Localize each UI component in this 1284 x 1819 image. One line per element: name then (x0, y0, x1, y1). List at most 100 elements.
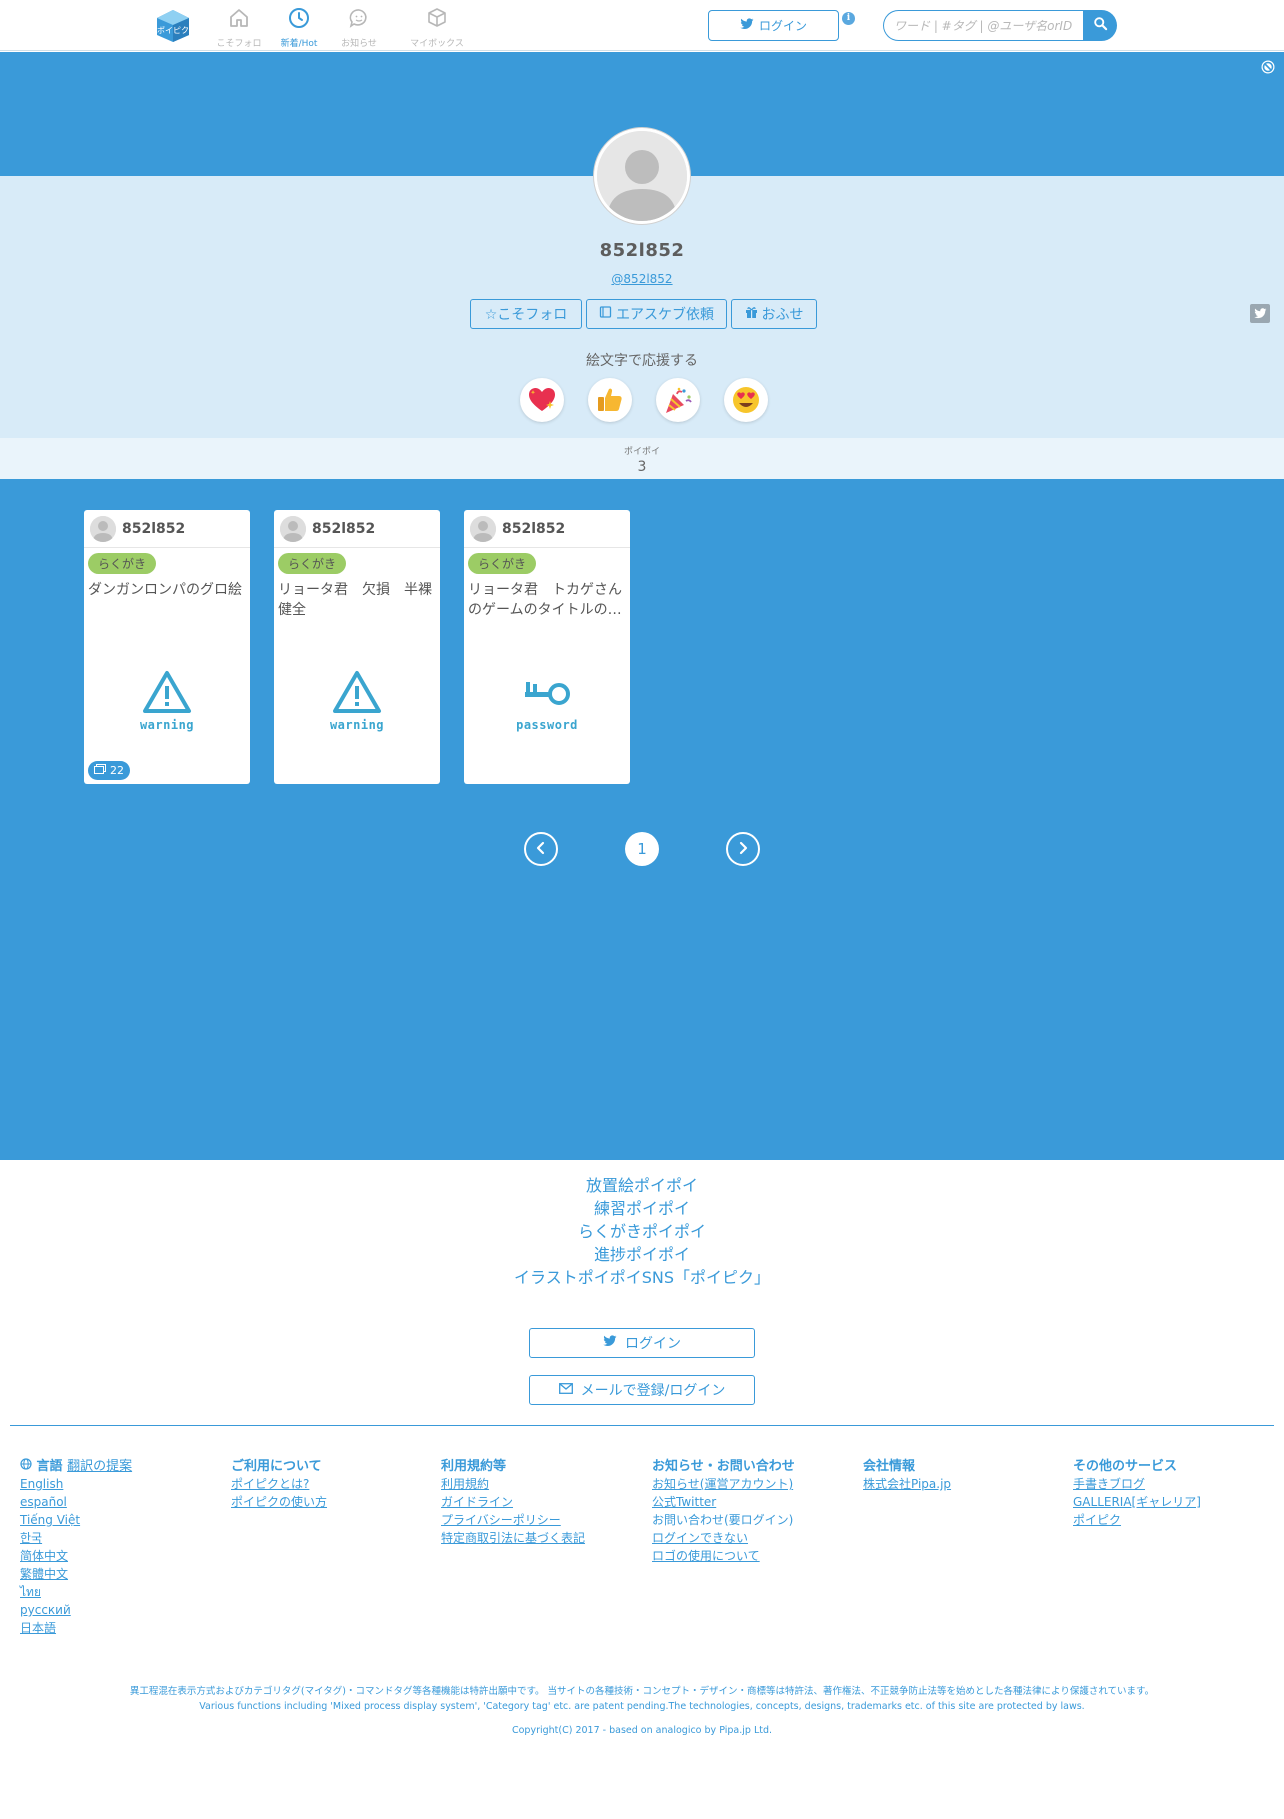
post-card[interactable]: 852l852 らくがき リョータ君 トカゲさんのゲームのタイトルの… pass… (464, 510, 630, 784)
profile-handle[interactable]: @852l852 (0, 272, 1284, 286)
footer-link[interactable]: イラストポイポイSNS「ポイピク」 (0, 1266, 1284, 1289)
category-tag[interactable]: らくがき (468, 553, 537, 574)
footer-link[interactable]: 特定商取引法に基づく表記 (441, 1529, 585, 1547)
pagination: 1 (524, 832, 760, 866)
footer-link[interactable]: ポイピク (1073, 1511, 1201, 1529)
nav-label: 新着/Hot (280, 39, 318, 49)
language-link[interactable]: Tiếng Việt (20, 1511, 132, 1529)
party-popper-icon[interactable] (656, 378, 700, 422)
footer-link[interactable]: 利用規約 (441, 1475, 585, 1493)
footer-link[interactable]: ロゴの使用について (652, 1547, 795, 1565)
search-button[interactable] (1083, 10, 1117, 41)
thumbs-up-icon[interactable] (588, 378, 632, 422)
copyright-by: by (704, 1725, 717, 1736)
language-title: 言語 (36, 1459, 63, 1474)
language-link[interactable]: 繁體中文 (20, 1565, 132, 1583)
footer-link[interactable]: 株式会社Pipa.jp (863, 1475, 951, 1493)
language-link[interactable]: English (20, 1475, 132, 1493)
nav-new-hot[interactable]: 新着/Hot (269, 6, 329, 49)
heart-sparkle-icon[interactable] (520, 378, 564, 422)
nav-kosofollow[interactable]: こそフォロ (209, 6, 269, 49)
language-link[interactable]: ไทย (20, 1583, 132, 1601)
warning-icon (142, 671, 192, 718)
heart-eyes-icon[interactable] (724, 378, 768, 422)
password-thumbnail[interactable]: password (464, 670, 630, 732)
sketchbook-icon (599, 306, 612, 322)
post-card[interactable]: 852l852 らくがき リョータ君 欠損 半裸 健全 warning (274, 510, 440, 784)
footer-link[interactable]: ログインできない (652, 1529, 795, 1547)
chat-bubble-icon (329, 6, 389, 34)
footer-company-column: 会社情報 株式会社Pipa.jp (863, 1458, 951, 1493)
warning-thumbnail[interactable]: warning (84, 670, 250, 732)
warning-icon (332, 671, 382, 718)
pipa-link[interactable]: Pipa.jp Ltd. (719, 1725, 772, 1736)
footer-link[interactable]: 放置絵ポイポイ (0, 1174, 1284, 1197)
footer-link[interactable]: ガイドライン (441, 1493, 585, 1511)
globe-icon (20, 1458, 37, 1474)
warning-thumbnail[interactable]: warning (274, 670, 440, 732)
language-link[interactable]: español (20, 1493, 132, 1511)
category-tag[interactable]: らくがき (278, 553, 347, 574)
block-icon[interactable] (1260, 59, 1276, 75)
nav-mybox[interactable]: マイボックス (397, 6, 477, 49)
category-tag[interactable]: らくがき (88, 553, 157, 574)
footer-link[interactable]: 公式Twitter (652, 1493, 795, 1511)
gift-icon (745, 306, 758, 322)
post-card[interactable]: 852l852 らくがき ダンガンロンパのグロ絵 warning 22 (84, 510, 250, 784)
card-username: 852l852 (122, 520, 186, 537)
footer-terms-column: 利用規約等 利用規約 ガイドライン プライバシーポリシー 特定商取引法に基づく表… (441, 1458, 585, 1547)
envelope-icon (558, 1382, 573, 1398)
stats-count: 3 (637, 459, 647, 475)
request-button[interactable]: エアスケブ依頼 (586, 299, 727, 329)
gift-button[interactable]: おふせ (731, 299, 817, 329)
home-icon (209, 6, 269, 34)
footer-news-column: お知らせ・お問い合わせ お知らせ(運営アカウント) 公式Twitter お問い合… (652, 1458, 795, 1565)
footer-link[interactable]: らくがきポイポイ (0, 1220, 1284, 1243)
post-list: 852l852 らくがき ダンガンロンパのグロ絵 warning 22 852l… (0, 479, 1284, 1160)
kosofollow-button[interactable]: ☆こそフォロ (470, 299, 582, 329)
copyright: Copyright(C) 2017 - based on analogico b… (0, 1725, 1284, 1736)
footer-login-button[interactable]: ログイン (529, 1328, 755, 1358)
poipiku-logo[interactable]: ポイピク (155, 9, 191, 43)
image-count-badge: 22 (88, 761, 130, 780)
analogico-link[interactable]: analogico (656, 1725, 702, 1736)
twitter-share-icon[interactable] (1250, 304, 1270, 323)
footer-link[interactable]: お知らせ(運営アカウント) (652, 1475, 795, 1493)
emoji-cheer-title: 絵文字で応援する (586, 353, 698, 369)
language-link[interactable]: 日本語 (20, 1619, 132, 1637)
translation-suggest-link[interactable]: 翻訳の提案 (67, 1459, 132, 1474)
email-login-button[interactable]: メールで登録/ログイン (529, 1375, 755, 1405)
footer-link[interactable]: GALLERIA[ギャレリア] (1073, 1493, 1201, 1511)
footer-link[interactable]: 進捗ポイポイ (0, 1243, 1284, 1266)
card-username: 852l852 (312, 520, 376, 537)
emoji-reactions (520, 378, 768, 422)
request-label: エアスケブ依頼 (616, 307, 714, 323)
language-link[interactable]: русский (20, 1601, 132, 1619)
card-header: 852l852 (274, 510, 440, 548)
current-page[interactable]: 1 (625, 832, 659, 866)
footer-column-title: 会社情報 (863, 1459, 916, 1474)
thumb-label: warning (329, 718, 385, 732)
card-description: リョータ君 欠損 半裸 健全 (278, 582, 440, 618)
footer-link[interactable]: ポイピクの使い方 (231, 1493, 327, 1511)
legal-notice: 異工程混在表示方式およびカテゴリタグ(マイタグ)・コマンドタグ等各種機能は特許出… (0, 1684, 1284, 1714)
header-login-button[interactable]: ログイン (708, 10, 839, 41)
next-page-button[interactable] (726, 832, 760, 866)
language-link[interactable]: 한국 (20, 1529, 132, 1547)
legal-notice-en: Various functions including 'Mixed proce… (199, 1701, 1085, 1712)
nav-label: お知らせ (341, 39, 377, 49)
prev-page-button[interactable] (524, 832, 558, 866)
footer-link[interactable]: 練習ポイポイ (0, 1197, 1284, 1220)
nav-label: こそフォロ (216, 39, 262, 49)
info-icon[interactable]: i (842, 12, 855, 25)
language-link[interactable]: 简体中文 (20, 1547, 132, 1565)
footer-link[interactable]: プライバシーポリシー (441, 1511, 585, 1529)
footer-column-title: ご利用について (231, 1459, 322, 1474)
avatar (90, 515, 116, 542)
key-icon (519, 682, 575, 718)
footer-link[interactable]: 手書きブログ (1073, 1475, 1201, 1493)
nav-notifications[interactable]: お知らせ (329, 6, 389, 49)
svg-text:ポイピク: ポイピク (157, 26, 189, 35)
footer-link[interactable]: ポイピクとは? (231, 1475, 327, 1493)
search-input[interactable] (883, 10, 1083, 41)
